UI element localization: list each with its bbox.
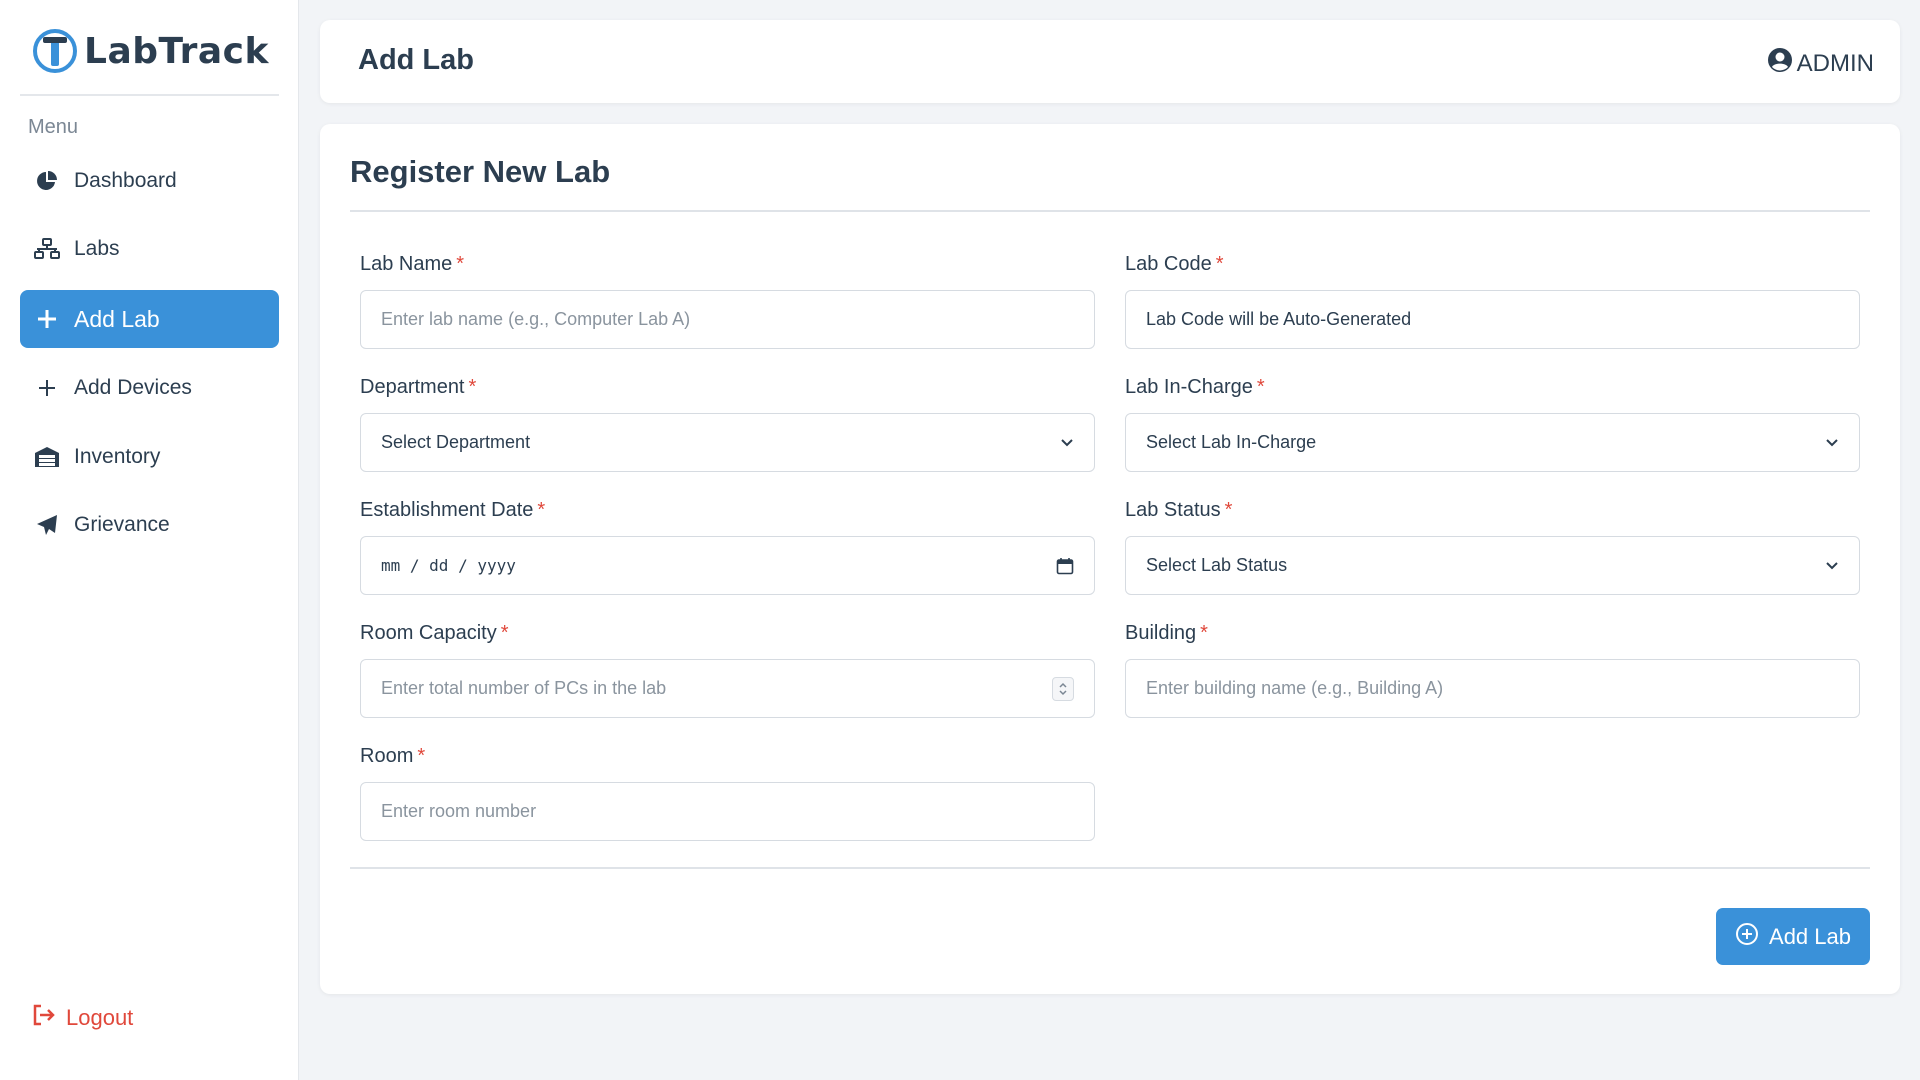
sidebar-item-add-devices[interactable]: Add Devices (20, 359, 279, 417)
sidebar-item-labs[interactable]: Labs (20, 220, 279, 278)
required-marker: * (537, 499, 546, 521)
sidebar-item-label: Add Devices (74, 376, 192, 399)
sidebar-item-label: Dashboard (74, 169, 177, 192)
sidebar-item-inventory[interactable]: Inventory (20, 428, 279, 486)
sidebar-item-grievance[interactable]: Grievance (20, 496, 279, 554)
lab-status-select[interactable]: Select Lab Status (1125, 536, 1860, 595)
room-input[interactable]: Enter room number (360, 782, 1095, 841)
select-value: Select Lab In-Charge (1146, 432, 1317, 452)
room-capacity-label: Room Capacity (360, 622, 497, 644)
required-marker: * (468, 376, 477, 398)
logout-icon (32, 1004, 56, 1032)
add-lab-button-label: Add Lab (1769, 923, 1851, 949)
date-value: mm / dd / yyyy (381, 556, 516, 575)
placeholder: Enter building name (e.g., Building A) (1146, 678, 1444, 698)
room-field: Room * Enter room number (360, 742, 1095, 841)
required-marker: * (1256, 376, 1265, 398)
placeholder: Enter room number (381, 801, 537, 821)
pie-chart-icon (34, 168, 60, 194)
room-label: Room (360, 745, 414, 767)
field-label: Establishment Date * (360, 496, 1095, 524)
divider (20, 94, 279, 96)
building-input[interactable]: Enter building name (e.g., Building A) (1125, 659, 1860, 718)
lab-name-label: Lab Name (360, 253, 453, 275)
field-label: Lab Name * (360, 250, 1095, 278)
lab-incharge-label: Lab In-Charge (1125, 376, 1253, 398)
lab-code-input[interactable]: Lab Code will be Auto-Generated (1125, 290, 1860, 349)
page-title: Add Lab (358, 44, 474, 76)
field-label: Department * (360, 373, 1095, 401)
app-name: LabTrack (84, 30, 269, 72)
input-value: Lab Code will be Auto-Generated (1146, 309, 1412, 329)
lab-code-field: Lab Code * Lab Code will be Auto-Generate… (1125, 250, 1860, 349)
calendar-icon[interactable] (1056, 557, 1074, 575)
sidebar-item-label: Grievance (74, 513, 170, 536)
menu-heading: Menu (28, 116, 79, 138)
building-field: Building * Enter building name (e.g., Bui… (1125, 619, 1860, 718)
select-value: Select Lab Status (1146, 555, 1288, 575)
sidebar-item-label: Labs (74, 237, 120, 260)
divider (350, 210, 1870, 212)
chevron-down-icon (1825, 561, 1839, 571)
required-marker: * (1215, 253, 1224, 275)
required-marker: * (417, 745, 426, 767)
required-marker: * (456, 253, 465, 275)
plus-icon (34, 306, 60, 332)
page-header: Add Lab ADMIN (320, 20, 1900, 103)
brand[interactable]: LabTrack (32, 28, 269, 74)
divider (350, 867, 1870, 869)
user-label: ADMIN (1796, 49, 1874, 77)
required-marker: * (1200, 622, 1208, 644)
number-stepper[interactable] (1052, 676, 1074, 701)
department-select[interactable]: Select Department (360, 413, 1095, 472)
sidebar-item-label: Add Lab (74, 305, 160, 332)
logout-button[interactable]: Logout (32, 1004, 133, 1032)
field-label: Lab Status * (1125, 496, 1860, 524)
department-field: Department * Select Department (360, 373, 1095, 472)
required-marker: * (500, 622, 509, 644)
form-title: Register New Lab (350, 154, 611, 189)
building-label: Building (1125, 622, 1197, 644)
logo-icon (33, 29, 77, 73)
user-circle-icon (1767, 47, 1793, 80)
sidebar-item-dashboard[interactable]: Dashboard (20, 152, 279, 210)
register-lab-form: Register New Lab Lab Name * Enter lab nam… (320, 124, 1900, 994)
required-marker: * (1224, 499, 1233, 521)
chevron-down-icon (1825, 438, 1839, 448)
room-capacity-input[interactable]: Enter total number of PCs in the lab (360, 659, 1095, 718)
field-label: Building * (1125, 619, 1860, 647)
lab-incharge-select[interactable]: Select Lab In-Charge (1125, 413, 1860, 472)
field-label: Lab In-Charge * (1125, 373, 1860, 401)
lab-name-input[interactable]: Enter lab name (e.g., Computer Lab A) (360, 290, 1095, 349)
sidebar-item-label: Inventory (74, 445, 161, 468)
select-value: Select Department (381, 432, 531, 452)
field-label: Lab Code * (1125, 250, 1860, 278)
lab-status-label: Lab Status (1125, 499, 1221, 521)
network-icon (34, 236, 60, 262)
paper-plane-icon (34, 512, 60, 538)
establishment-date-field: Establishment Date * mm / dd / yyyy (360, 496, 1095, 595)
stepper-arrows-icon[interactable] (1052, 676, 1074, 701)
sidebar: LabTrack Menu Dashboard Labs Add Lab Add… (0, 0, 299, 1080)
user-menu[interactable]: ADMIN (1767, 47, 1874, 80)
establishment-date-label: Establishment Date (360, 499, 534, 521)
chevron-down-icon (1060, 438, 1074, 448)
logout-label: Logout (66, 1005, 134, 1030)
plus-circle-icon (1735, 922, 1759, 952)
lab-incharge-field: Lab In-Charge * Select Lab In-Charge (1125, 373, 1860, 472)
room-capacity-field: Room Capacity * Enter total number of PCs… (360, 619, 1095, 718)
field-label: Room * (360, 742, 1095, 770)
warehouse-icon (34, 444, 60, 470)
add-lab-button[interactable]: Add Lab (1716, 908, 1870, 965)
placeholder: Enter lab name (e.g., Computer Lab A) (381, 309, 691, 329)
plus-icon (34, 375, 60, 401)
lab-code-label: Lab Code (1125, 253, 1212, 275)
establishment-date-input[interactable]: mm / dd / yyyy (360, 536, 1095, 595)
lab-name-field: Lab Name * Enter lab name (e.g., Computer… (360, 250, 1095, 349)
field-label: Room Capacity * (360, 619, 1095, 647)
placeholder: Enter total number of PCs in the lab (381, 678, 667, 698)
sidebar-item-add-lab[interactable]: Add Lab (20, 290, 279, 348)
department-label: Department (360, 376, 465, 398)
lab-status-field: Lab Status * Select Lab Status (1125, 496, 1860, 595)
